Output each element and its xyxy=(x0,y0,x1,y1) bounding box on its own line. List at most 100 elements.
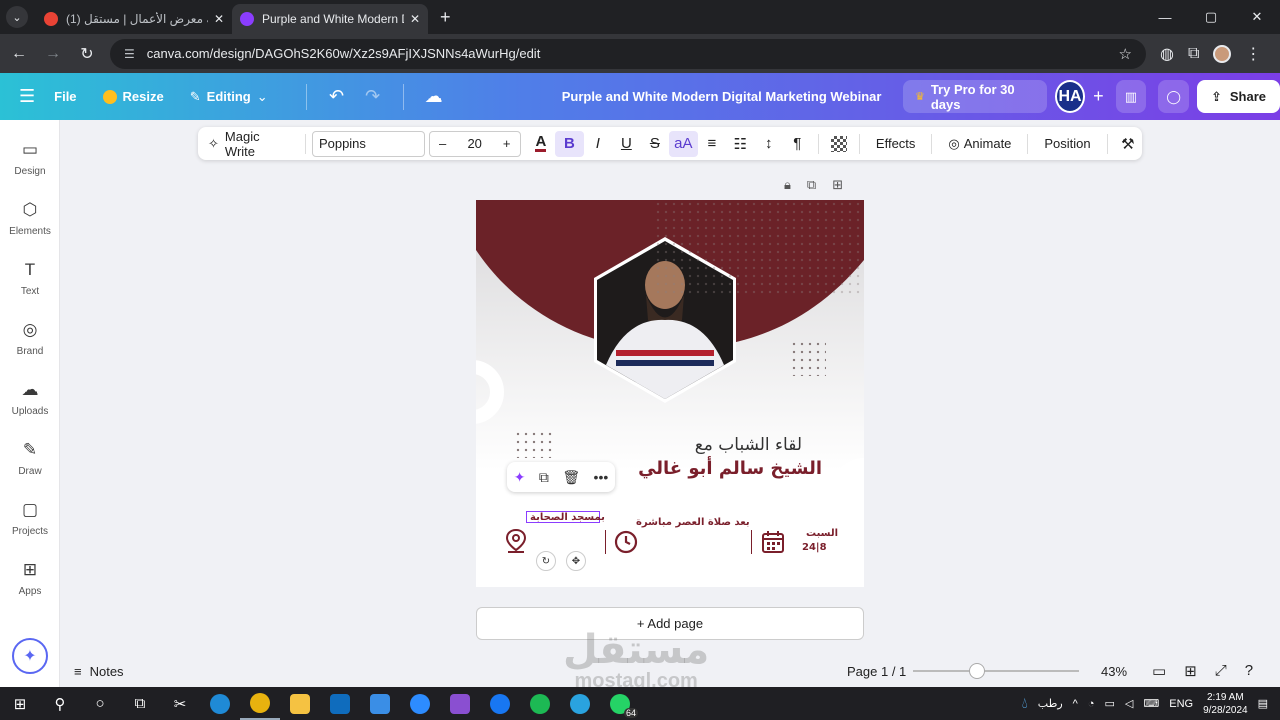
file-menu[interactable]: File xyxy=(54,89,76,104)
rotate-handle-icon[interactable]: ↻ xyxy=(536,551,556,571)
zoom-level[interactable]: 43% xyxy=(1101,664,1127,679)
tab-search-button[interactable]: ⌄ xyxy=(6,6,28,28)
windows-start-icon[interactable]: ⊞ xyxy=(0,687,40,720)
add-page-icon[interactable]: ⊞ xyxy=(832,177,843,193)
extensions-puzzle-icon[interactable]: ⧉ xyxy=(1188,45,1199,63)
notifications-icon[interactable]: ▤ xyxy=(1258,697,1268,710)
hamburger-menu-icon[interactable]: ☰ xyxy=(0,86,54,107)
font-size-input[interactable]: 20 xyxy=(456,136,494,151)
sidebar-item-draw[interactable]: ✎ Draw xyxy=(0,440,60,477)
new-tab-icon[interactable]: + xyxy=(440,7,451,28)
spacing-button[interactable]: ↕ xyxy=(755,131,783,157)
search-icon[interactable]: ⚲ xyxy=(40,687,80,720)
battery-icon[interactable]: ▭ xyxy=(1104,697,1114,710)
animate-button[interactable]: ◎ Animate xyxy=(938,136,1021,152)
zoom-slider-knob[interactable] xyxy=(969,663,985,679)
cloud-saved-icon[interactable]: ☁ xyxy=(416,86,452,107)
visual-studio-icon[interactable] xyxy=(440,687,480,720)
strikethrough-button[interactable]: S xyxy=(641,131,669,157)
more-icon[interactable]: ••• xyxy=(594,469,609,485)
network-icon[interactable]: ◔ xyxy=(1088,698,1095,710)
volume-icon[interactable]: ◁ xyxy=(1125,697,1133,710)
trash-icon[interactable]: 🗑︎ xyxy=(562,469,580,486)
move-handle-icon[interactable]: ✥ xyxy=(566,551,586,571)
italic-button[interactable]: I xyxy=(584,131,612,157)
event-title-line2[interactable]: الشيخ سالم أبو غالي xyxy=(638,458,822,479)
sidebar-item-apps[interactable]: ⊞ Apps xyxy=(0,560,60,597)
sidebar-item-projects[interactable]: ▢ Projects xyxy=(0,500,60,537)
duplicate-icon[interactable]: ⧉ xyxy=(539,469,549,486)
weather-label[interactable]: رطب xyxy=(1038,697,1063,710)
snipping-tool-icon[interactable]: ✂ xyxy=(160,687,200,720)
bookmark-star-icon[interactable]: ☆ xyxy=(1119,45,1132,63)
event-title-line1[interactable]: لقاء الشباب مع xyxy=(695,435,802,455)
file-explorer-icon[interactable] xyxy=(280,687,320,720)
help-icon[interactable]: ? xyxy=(1245,662,1253,680)
sidebar-item-elements[interactable]: ⬡ Elements xyxy=(0,200,60,237)
decrease-size-button[interactable]: – xyxy=(430,136,456,151)
sidebar-item-design[interactable]: ▭ Design xyxy=(0,140,60,177)
profile-avatar[interactable] xyxy=(1213,44,1232,63)
text-color-button[interactable]: A xyxy=(527,131,555,157)
page-indicator[interactable]: Page 1 / 1 xyxy=(847,664,906,679)
try-pro-button[interactable]: ♛ Try Pro for 30 days xyxy=(902,80,1047,113)
reload-icon[interactable]: ↻ xyxy=(72,44,102,64)
undo-icon[interactable]: ↶ xyxy=(319,86,355,107)
facebook-icon[interactable] xyxy=(480,687,520,720)
bold-button[interactable]: B xyxy=(555,130,584,157)
browser-tab-mostaql[interactable]: (1) إضافة معرض الأعمال | مستقل ✕ xyxy=(36,4,232,34)
share-button[interactable]: ⇪ Share xyxy=(1196,80,1280,113)
duplicate-page-icon[interactable]: ⧉ xyxy=(807,177,816,193)
close-tab-icon[interactable]: ✕ xyxy=(214,12,224,26)
lock-icon[interactable]: 🔒︎ xyxy=(784,177,791,193)
close-window-icon[interactable]: ✕ xyxy=(1234,0,1280,34)
copy-style-button[interactable]: ⚒ xyxy=(1114,131,1142,157)
language-indicator[interactable]: ENG xyxy=(1169,698,1193,710)
keyboard-icon[interactable]: ⌨ xyxy=(1143,697,1159,710)
font-family-dropdown[interactable]: Poppins xyxy=(311,130,425,157)
magic-sparkle-button[interactable]: ✦ xyxy=(12,638,48,674)
letter-case-button[interactable]: aA xyxy=(669,130,698,157)
extension-globe-icon[interactable]: ◍ xyxy=(1160,44,1174,64)
resize-button[interactable]: Resize xyxy=(102,89,164,104)
invite-plus-icon[interactable]: + xyxy=(1093,86,1104,107)
forward-arrow-icon[interactable]: → xyxy=(38,45,68,63)
browser-tab-canva[interactable]: Purple and White Modern Digital ✕ xyxy=(232,4,428,34)
tray-overflow-icon[interactable]: ^ xyxy=(1073,698,1078,710)
underline-button[interactable]: U xyxy=(612,131,640,157)
store-icon[interactable] xyxy=(360,687,400,720)
comment-icon[interactable]: ◯ xyxy=(1158,80,1189,113)
maximize-icon[interactable]: ▢ xyxy=(1188,0,1234,34)
address-bar[interactable]: ☰ canva.com/design/DAGOhS2K60w/Xz2s9AFjI… xyxy=(110,38,1146,69)
back-arrow-icon[interactable]: ← xyxy=(4,45,34,63)
effects-button[interactable]: Effects xyxy=(866,136,926,151)
minimize-icon[interactable]: — xyxy=(1142,0,1188,34)
pages-view-icon[interactable]: ▭ xyxy=(1152,662,1166,680)
site-info-icon[interactable]: ☰ xyxy=(124,47,135,61)
editing-mode-dropdown[interactable]: ✎ Editing ⌄ xyxy=(190,89,268,105)
edge-icon[interactable] xyxy=(200,687,240,720)
time-text[interactable]: بعد صلاة العصر مباشرة xyxy=(636,517,750,528)
close-tab-icon[interactable]: ✕ xyxy=(410,12,420,26)
redo-icon[interactable]: ↷ xyxy=(355,86,391,107)
sidebar-item-uploads[interactable]: ☁ Uploads xyxy=(0,380,60,417)
zoom-icon[interactable] xyxy=(400,687,440,720)
spotify-icon[interactable] xyxy=(520,687,560,720)
chrome-icon[interactable] xyxy=(240,687,280,720)
date-text[interactable]: 8|24 xyxy=(802,542,827,553)
increase-size-button[interactable]: + xyxy=(494,136,520,151)
outlook-icon[interactable] xyxy=(320,687,360,720)
position-button[interactable]: Position xyxy=(1034,136,1100,151)
weather-drop-icon[interactable]: 💧︎ xyxy=(1022,695,1028,712)
grid-view-icon[interactable]: ⊞ xyxy=(1184,662,1197,680)
sidebar-item-text[interactable]: T Text xyxy=(0,260,60,297)
list-button[interactable]: ☷ xyxy=(726,131,754,157)
cortana-icon[interactable]: ○ xyxy=(80,687,120,720)
sidebar-item-brand[interactable]: ◎ Brand xyxy=(0,320,60,357)
location-text[interactable]: بمسجد الصحابة xyxy=(530,512,605,523)
text-direction-button[interactable]: ¶ xyxy=(783,131,811,157)
magic-write-button[interactable]: ✧ Magic Write xyxy=(198,129,299,159)
day-text[interactable]: السبت xyxy=(806,528,838,539)
browser-menu-icon[interactable]: ⋮ xyxy=(1245,44,1261,64)
magic-edit-icon[interactable]: ✦ xyxy=(514,469,526,486)
